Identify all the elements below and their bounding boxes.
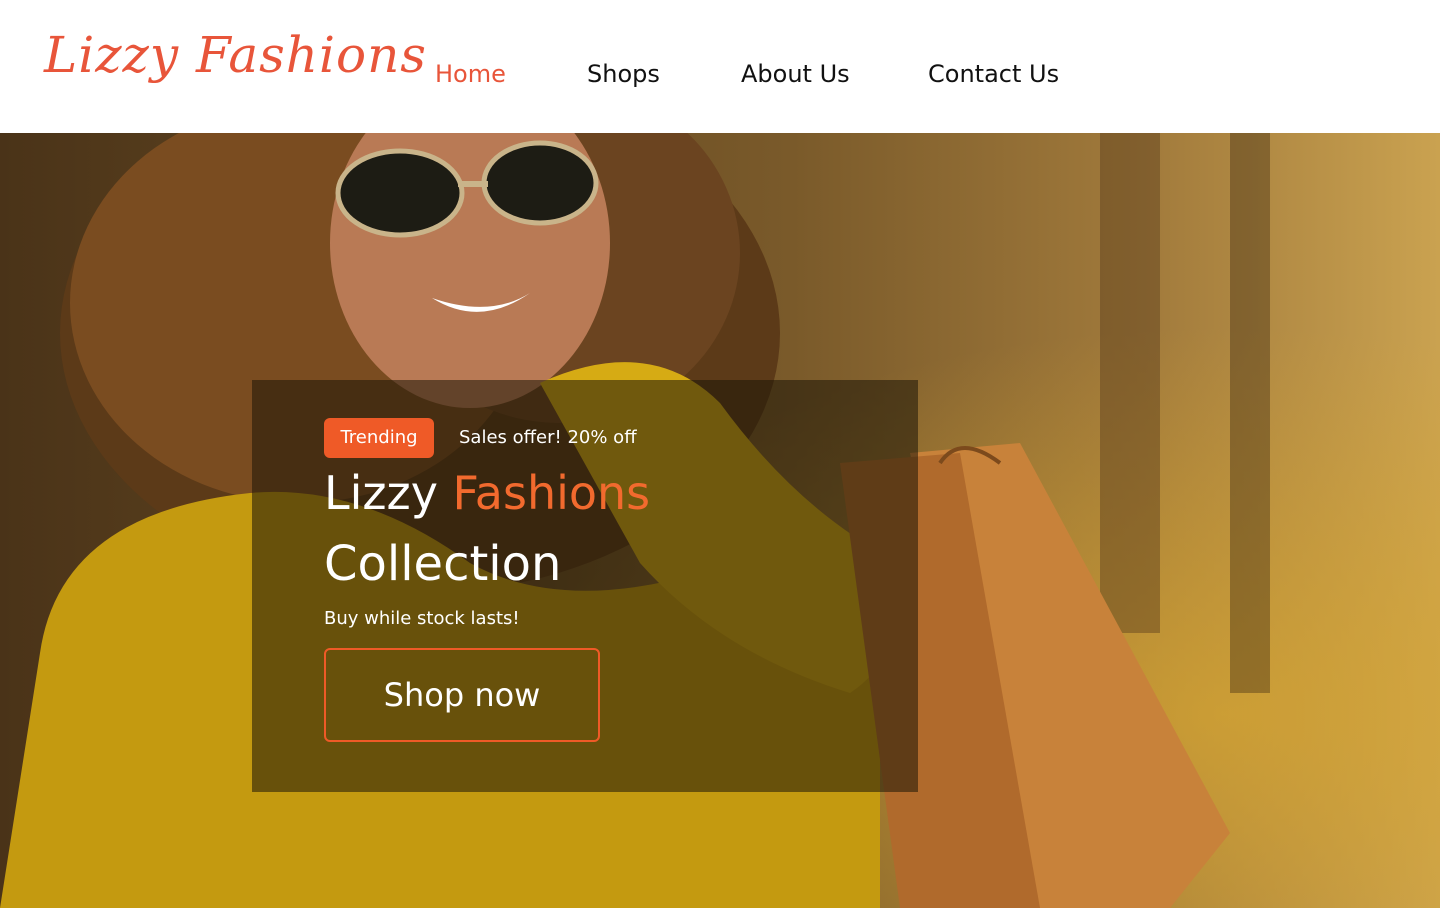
hero-subtitle: Buy while stock lasts! <box>324 608 520 629</box>
nav-contact-link[interactable]: Contact Us <box>928 60 1059 88</box>
hero-title-word1: Lizzy <box>324 466 438 520</box>
hero-title-accent-word: Fashions <box>452 466 651 520</box>
trending-badge: Trending <box>324 418 434 458</box>
site-header: Lizzy Fashions Home Shops About Us Conta… <box>0 0 1440 133</box>
nav-shops-link[interactable]: Shops <box>587 60 660 88</box>
sales-offer-text: Sales offer! 20% off <box>459 427 637 448</box>
site-logo[interactable]: Lizzy Fashions <box>44 26 427 84</box>
hero-title-line2: Collection <box>324 536 562 592</box>
shop-now-button[interactable]: Shop now <box>324 648 600 742</box>
hero-title-line1: Lizzy Fashions <box>324 466 650 520</box>
nav-about-link[interactable]: About Us <box>741 60 850 88</box>
nav-home-link[interactable]: Home <box>435 60 506 88</box>
